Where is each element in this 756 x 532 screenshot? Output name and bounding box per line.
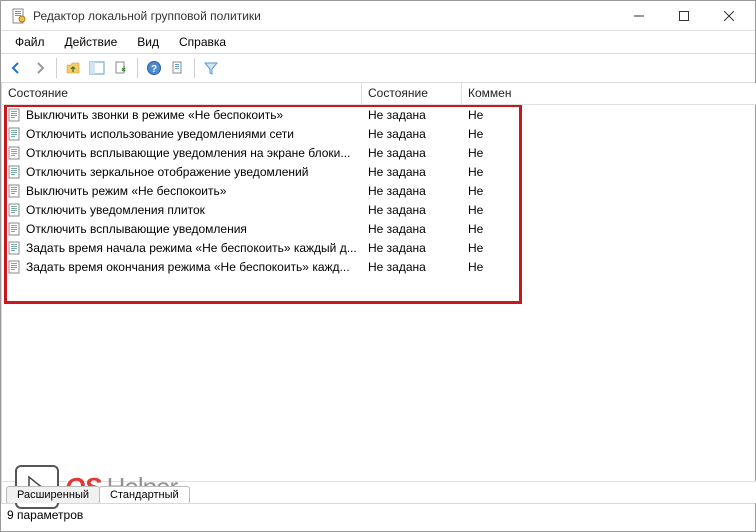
titlebar: Редактор локальной групповой политики [1,1,755,31]
svg-text:?: ? [151,64,157,75]
setting-state: Не задана [368,241,426,255]
toolbar-divider [194,58,195,78]
setting-icon [8,165,22,179]
setting-name: Отключить всплывающие уведомления [26,222,247,236]
setting-comment: Не [468,241,483,255]
list-row[interactable]: Отключить использование уведомлениями се… [2,124,756,143]
setting-icon [8,260,22,274]
column-header-comment[interactable]: Коммен [462,83,756,104]
status-text: 9 параметров [7,508,83,522]
setting-name: Отключить уведомления плиток [26,203,205,217]
list-horizontal-scrollbar[interactable] [2,464,756,481]
minimize-button[interactable] [616,1,661,30]
setting-state: Не задана [368,260,426,274]
statusbar: 9 параметров [1,503,755,525]
setting-state: Не задана [368,165,426,179]
filter-button[interactable] [200,57,222,79]
list-row[interactable]: Отключить всплывающие уведомления на экр… [2,143,756,162]
setting-comment: Не [468,108,483,122]
list-row[interactable]: Задать время начала режима «Не беспокоит… [2,238,756,257]
tab-extended[interactable]: Расширенный [6,486,100,503]
list-rows: Выключить звонки в режиме «Не беспокоить… [2,105,756,464]
export-list-button[interactable] [110,57,132,79]
column-header-setting[interactable]: Состояние [2,83,362,104]
setting-name: Выключить звонки в режиме «Не беспокоить… [26,108,283,122]
list-row[interactable]: Отключить всплывающие уведомления Не зада… [2,219,756,238]
menu-help[interactable]: Справка [169,33,236,51]
list-pane: Состояние Состояние Коммен Выключить зво… [2,83,756,503]
list-row[interactable]: Отключить уведомления плиток Не задана Не [2,200,756,219]
toolbar-divider [137,58,138,78]
setting-name: Отключить всплывающие уведомления на экр… [26,146,350,160]
setting-state: Не задана [368,146,426,160]
content-area: Политика "Локальный компью ▾Конфигурация… [1,83,755,503]
setting-comment: Не [468,184,483,198]
list-row[interactable]: Выключить режим «Не беспокоить» Не задана… [2,181,756,200]
setting-comment: Не [468,203,483,217]
setting-name: Отключить использование уведомлениями се… [26,127,294,141]
setting-state: Не задана [368,203,426,217]
list-columns: Состояние Состояние Коммен [2,83,756,105]
setting-icon [8,184,22,198]
setting-icon [8,127,22,141]
setting-name: Выключить режим «Не беспокоить» [26,184,226,198]
setting-comment: Не [468,222,483,236]
tab-standard[interactable]: Стандартный [99,486,190,503]
toolbar-divider [56,58,57,78]
setting-comment: Не [468,165,483,179]
back-button[interactable] [5,57,27,79]
menu-action[interactable]: Действие [55,33,128,51]
setting-icon [8,146,22,160]
menu-file[interactable]: Файл [5,33,55,51]
setting-name: Задать время окончания режима «Не беспок… [26,260,350,274]
setting-comment: Не [468,260,483,274]
list-row[interactable]: Отключить зеркальное отображение уведомл… [2,162,756,181]
toolbar: ? [1,53,755,83]
window-controls [616,1,751,30]
show-hide-tree-button[interactable] [86,57,108,79]
setting-state: Не задана [368,184,426,198]
list-row[interactable]: Выключить звонки в режиме «Не беспокоить… [2,105,756,124]
setting-name: Задать время начала режима «Не беспокоит… [26,241,357,255]
view-tabs: Расширенный Стандартный [2,481,756,503]
properties-button[interactable] [167,57,189,79]
setting-icon [8,108,22,122]
list-row[interactable]: Задать время окончания режима «Не беспок… [2,257,756,276]
setting-icon [8,222,22,236]
menu-view[interactable]: Вид [127,33,169,51]
up-button[interactable] [62,57,84,79]
column-header-state[interactable]: Состояние [362,83,462,104]
help-button[interactable]: ? [143,57,165,79]
setting-state: Не задана [368,127,426,141]
setting-comment: Не [468,127,483,141]
menubar: Файл Действие Вид Справка [1,31,755,53]
setting-state: Не задана [368,222,426,236]
maximize-button[interactable] [661,1,706,30]
setting-name: Отключить зеркальное отображение уведомл… [26,165,308,179]
app-icon [11,8,27,24]
setting-icon [8,241,22,255]
setting-icon [8,203,22,217]
forward-button[interactable] [29,57,51,79]
setting-comment: Не [468,146,483,160]
window-title: Редактор локальной групповой политики [33,9,616,23]
close-button[interactable] [706,1,751,30]
setting-state: Не задана [368,108,426,122]
